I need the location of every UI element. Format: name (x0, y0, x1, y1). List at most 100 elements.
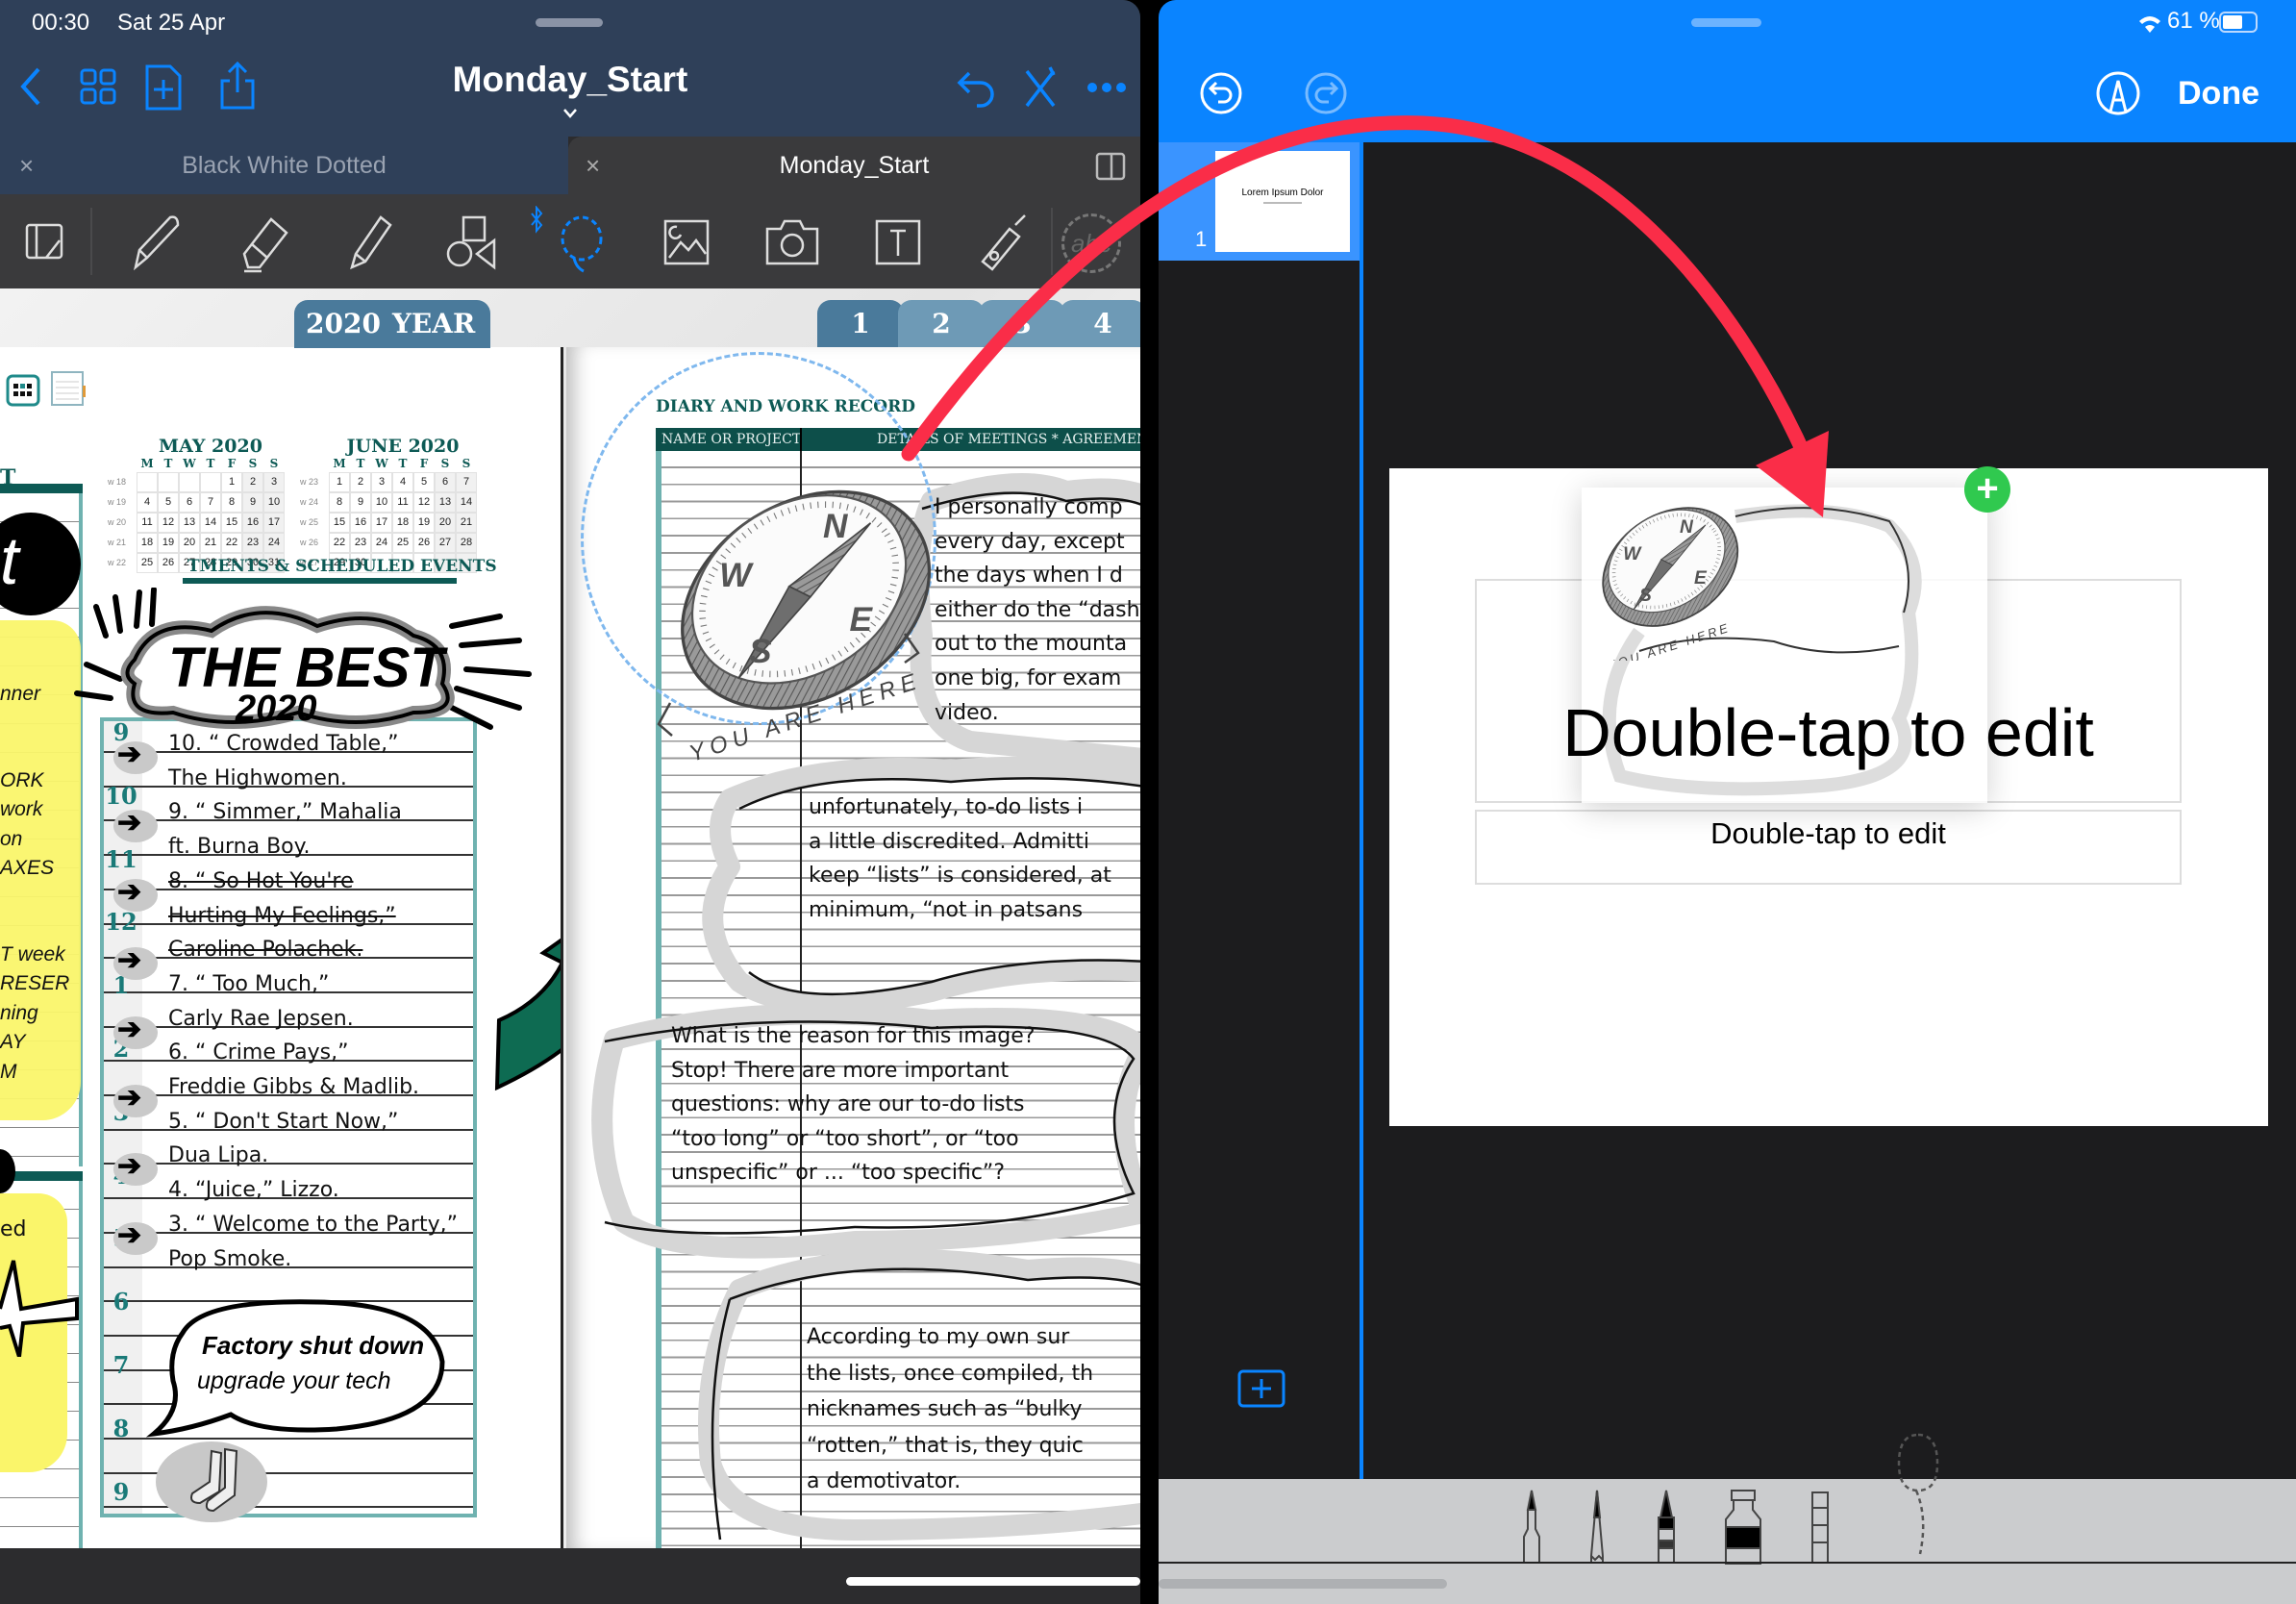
calendar-day-cell[interactable]: 14 (456, 492, 477, 513)
calendar-day-cell[interactable] (158, 472, 179, 492)
multitask-grabber[interactable] (1691, 18, 1761, 27)
tray-lasso-icon[interactable] (1889, 1431, 1947, 1556)
calendar-day-cell[interactable]: 2 (242, 472, 263, 492)
calendar-day-cell[interactable]: 12 (413, 492, 435, 513)
calendar-day-cell[interactable]: 24 (263, 533, 285, 553)
calendar-day-cell[interactable]: 24 (371, 533, 392, 553)
calendar-day-cell[interactable]: 15 (221, 513, 242, 533)
calendar-day-cell[interactable]: 14 (200, 513, 221, 533)
home-indicator[interactable] (846, 1577, 1140, 1586)
done-button[interactable]: Done (2178, 75, 2259, 113)
calendar-day-cell[interactable]: 1 (221, 472, 242, 492)
calendar-day-cell[interactable]: 4 (392, 472, 413, 492)
calendar-day-cell[interactable]: 21 (456, 513, 477, 533)
split-view-separator[interactable] (1140, 0, 1159, 1604)
calendar-day-cell[interactable]: 1 (329, 472, 350, 492)
page-tab-3[interactable]: 3 (979, 300, 1065, 348)
undo-button-icon[interactable] (1199, 71, 1243, 115)
calendar-day-cell[interactable]: 26 (158, 553, 179, 573)
calendar-day-cell[interactable]: 9 (242, 492, 263, 513)
calendar-day-cell[interactable]: 7 (200, 492, 221, 513)
calendar-day-cell[interactable]: 6 (179, 492, 200, 513)
calendar-day-cell[interactable]: 20 (179, 533, 200, 553)
tray-eraser-icon[interactable] (1812, 1492, 1828, 1564)
calendar-day-cell[interactable]: 23 (350, 533, 371, 553)
calendar-day-cell[interactable]: 5 (413, 472, 435, 492)
eraser-icon[interactable] (233, 212, 294, 273)
undo-icon[interactable] (956, 67, 996, 108)
calendar-day-cell[interactable]: 18 (392, 513, 413, 533)
calendar-day-cell[interactable]: 18 (137, 533, 158, 553)
slide-canvas[interactable]: YOU ARE HERE Double-tap to edit Double-t… (1389, 468, 2268, 1126)
page-tab-2[interactable]: 2 (898, 300, 985, 348)
calendar-day-cell[interactable]: 3 (371, 472, 392, 492)
tray-pen-icon[interactable] (1524, 1491, 1539, 1564)
split-view-icon[interactable] (1095, 152, 1126, 181)
camera-icon[interactable] (761, 212, 823, 273)
tray-paint-bottle-icon[interactable] (1726, 1491, 1760, 1564)
calendar-day-cell[interactable]: 22 (329, 533, 350, 553)
tab-monday-start[interactable]: × Monday_Start (568, 137, 1140, 194)
compass-illustration[interactable]: YOU ARE HERE (643, 472, 970, 761)
calendar-day-cell[interactable]: 21 (200, 533, 221, 553)
calendar-day-cell[interactable]: 11 (137, 513, 158, 533)
handwriting-recognition-button[interactable]: abc (1061, 213, 1121, 273)
calendar-day-cell[interactable]: 19 (158, 533, 179, 553)
title-chevron-down-icon[interactable] (562, 108, 578, 119)
calendar-day-cell[interactable]: 11 (392, 492, 413, 513)
calendar-day-cell[interactable] (179, 472, 200, 492)
notepad-icon[interactable] (50, 370, 87, 407)
magic-cross-icon[interactable] (1021, 65, 1060, 110)
calendar-day-cell[interactable]: 7 (456, 472, 477, 492)
calendar-day-cell[interactable]: 17 (263, 513, 285, 533)
calendar-day-cell[interactable]: 13 (179, 513, 200, 533)
redo-button-icon[interactable] (1304, 71, 1348, 115)
tab-close-icon[interactable]: × (19, 137, 34, 194)
calendar-day-cell[interactable]: 16 (350, 513, 371, 533)
calendar-day-cell[interactable]: 22 (221, 533, 242, 553)
text-box-icon[interactable] (867, 212, 929, 273)
calendar-day-cell[interactable]: 12 (158, 513, 179, 533)
calendar-day-cell[interactable]: 23 (242, 533, 263, 553)
calendar-day-cell[interactable]: 26 (413, 533, 435, 553)
calendar-day-cell[interactable]: 8 (221, 492, 242, 513)
slide-thumbnail-1[interactable]: 1 Lorem Ipsum Dolor (1159, 142, 1360, 261)
tray-scrollbar[interactable] (1159, 1579, 1447, 1589)
calendar-day-cell[interactable]: 20 (435, 513, 456, 533)
calendar-day-cell[interactable]: 10 (371, 492, 392, 513)
notebook-canvas[interactable]: 2020YEAR 1234 MAY 2020MTWTFSSw 18w 19w 2… (0, 288, 1140, 1548)
tray-marker-icon[interactable] (1659, 1491, 1674, 1564)
calendar-icon[interactable] (6, 370, 40, 407)
tab-black-white-dotted[interactable]: × Black White Dotted (0, 137, 568, 194)
page-tab-4[interactable]: 4 (1060, 300, 1140, 348)
slide-title-text[interactable]: Double-tap to edit (1475, 694, 2182, 771)
calendar-day-cell[interactable]: 25 (137, 553, 158, 573)
calendar-day-cell[interactable] (200, 472, 221, 492)
calendar-day-cell[interactable]: 4 (137, 492, 158, 513)
markup-pen-icon[interactable] (2094, 69, 2142, 117)
add-slide-icon[interactable] (1237, 1369, 1285, 1408)
calendar-day-cell[interactable]: 2 (350, 472, 371, 492)
highlighter-icon[interactable] (338, 212, 400, 273)
calendar-day-cell[interactable]: 15 (329, 513, 350, 533)
calendar-day-cell[interactable]: 19 (413, 513, 435, 533)
calendar-day-cell[interactable]: 27 (435, 533, 456, 553)
image-icon[interactable] (656, 212, 717, 273)
laser-pointer-icon[interactable] (971, 212, 1033, 273)
calendar-day-cell[interactable]: 3 (263, 472, 285, 492)
tab-close-icon[interactable]: × (586, 137, 600, 194)
calendar-day-cell[interactable]: 28 (456, 533, 477, 553)
multitask-grabber[interactable] (536, 18, 603, 27)
page-tab-1[interactable]: 1 (817, 300, 904, 348)
calendar-day-cell[interactable]: 5 (158, 492, 179, 513)
slide-subtitle-text[interactable]: Double-tap to edit (1475, 816, 2182, 851)
calendar-day-cell[interactable]: 17 (371, 513, 392, 533)
calendar-day-cell[interactable]: 9 (350, 492, 371, 513)
lasso-icon[interactable] (551, 212, 612, 273)
more-icon[interactable] (1086, 81, 1127, 94)
calendar-day-cell[interactable]: 25 (392, 533, 413, 553)
calendar-day-cell[interactable]: 8 (329, 492, 350, 513)
page-layout-icon[interactable] (13, 212, 75, 273)
calendar-day-cell[interactable]: 13 (435, 492, 456, 513)
year-tab[interactable]: 2020YEAR (294, 300, 490, 348)
